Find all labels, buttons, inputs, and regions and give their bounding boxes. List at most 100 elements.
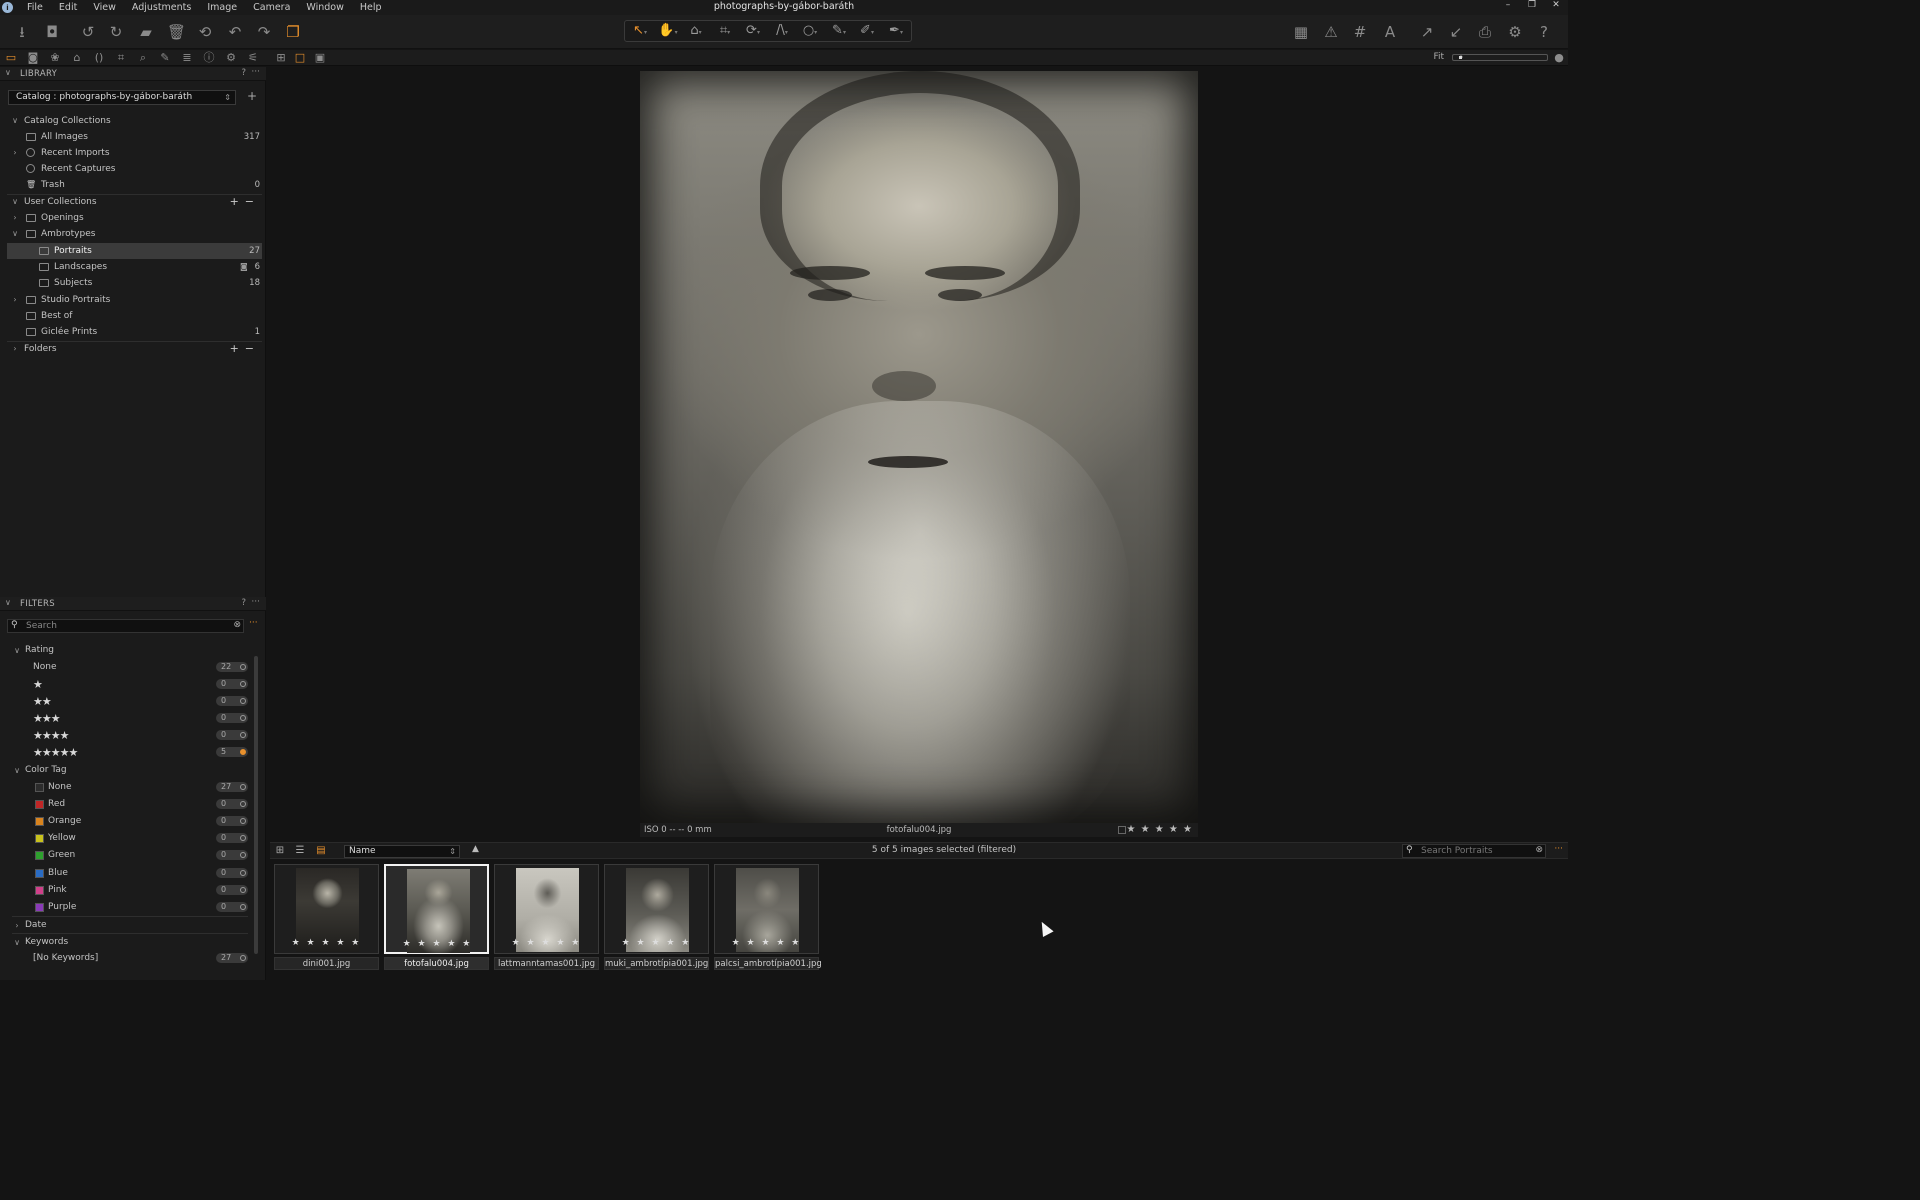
filters-panel-header[interactable]: ∨ FILTERS ? ··· [0, 597, 266, 611]
menu-image[interactable]: Image [199, 2, 245, 13]
chevron-right-icon[interactable]: › [12, 917, 22, 934]
filter-toggle[interactable]: 27 [216, 953, 248, 963]
image-viewer[interactable]: ISO 0 -- -- 0 mm fotofalu004.jpg ★ ★ ★ ★… [268, 67, 1568, 840]
lens-tab-icon[interactable]: () [92, 51, 106, 65]
text-overlay-icon[interactable]: A [1381, 23, 1399, 41]
thumbnail-rating[interactable]: ★ ★ ★ ★ ★ [275, 938, 378, 948]
rating-filter-3[interactable]: ★★★ 0 [12, 710, 248, 727]
zoom-slider-knob[interactable] [1459, 56, 1462, 59]
clear-search-icon[interactable]: ⊗ [233, 620, 241, 630]
local-adjustments-tab-icon[interactable]: ✎ [158, 51, 172, 65]
move-to-folder-icon[interactable]: ▰ [137, 23, 155, 41]
menu-file[interactable]: File [19, 2, 51, 13]
filter-options-icon[interactable]: ··· [249, 618, 258, 628]
close-button[interactable]: ✕ [1544, 0, 1568, 10]
collection-subjects[interactable]: Subjects 18 [7, 275, 262, 291]
filters-more-icon[interactable]: ··· [251, 597, 260, 607]
menu-camera[interactable]: Camera [245, 2, 298, 13]
app-logo-icon[interactable]: i [2, 2, 13, 13]
filter-toggle[interactable]: 0 [216, 816, 248, 827]
catalog-selector[interactable]: Catalog : photographs-by-gábor-baráth ⇕ [8, 90, 236, 105]
rating-filter-2[interactable]: ★★ 0 [12, 693, 248, 710]
chevron-down-icon[interactable]: ∨ [12, 762, 22, 779]
color-filter-none[interactable]: None 27 [12, 779, 248, 796]
chevron-down-icon[interactable]: ∨ [10, 113, 20, 129]
collection-ambrotypes[interactable]: ∨ Ambrotypes [7, 226, 262, 242]
minimize-button[interactable]: – [1496, 0, 1520, 10]
keyword-filter-none[interactable]: [No Keywords] 27 [12, 950, 248, 967]
filter-toggle[interactable]: 0 [216, 850, 248, 861]
spot-removal-tool-icon[interactable]: ○▾ [797, 22, 823, 40]
add-remove-folder-buttons[interactable]: +− [230, 341, 260, 357]
menu-view[interactable]: View [85, 2, 124, 13]
info-tab-icon[interactable]: ⓘ [202, 51, 216, 65]
reset-icon[interactable]: ⟲ [196, 23, 214, 41]
library-more-icon[interactable]: ··· [251, 67, 260, 77]
chevron-down-icon[interactable]: ∨ [10, 226, 20, 242]
color-picker-tool-icon[interactable]: ✐▾ [854, 22, 880, 40]
details-tab-icon[interactable]: ⌕ [136, 51, 150, 65]
grid-view-icon[interactable]: ⊞ [274, 51, 288, 65]
menu-window[interactable]: Window [298, 2, 351, 13]
exposure-warning-icon[interactable]: ⚠ [1322, 23, 1340, 41]
add-catalog-icon[interactable]: + [247, 89, 257, 103]
process-icon[interactable]: ↙ [1447, 23, 1465, 41]
collection-trash[interactable]: 🗑 Trash 0 [7, 177, 262, 193]
rating-header[interactable]: ∨ Rating [12, 642, 248, 659]
thumbnail-frame[interactable]: ★ ★ ★ ★ ★ [604, 864, 709, 954]
collection-all-images[interactable]: All Images 317 [7, 129, 262, 145]
loupe-tool-icon[interactable]: ⌂▾ [683, 22, 709, 40]
collapse-chevron-icon[interactable]: ∨ [5, 68, 11, 77]
browser-search-input[interactable] [1421, 845, 1531, 857]
metadata-tab-icon[interactable]: ≣ [180, 51, 194, 65]
help-icon[interactable]: ? [1535, 23, 1553, 41]
scrollbar-thumb[interactable] [254, 656, 258, 954]
color-filter-purple[interactable]: Purple 0 [12, 899, 248, 916]
filter-toggle[interactable]: 0 [216, 679, 248, 689]
collection-giclee-prints[interactable]: Giclée Prints 1 [7, 324, 262, 340]
menu-help[interactable]: Help [352, 2, 390, 13]
zoom-fit-label[interactable]: Fit [1433, 52, 1444, 62]
user-collections-header[interactable]: ∨ User Collections +− [7, 194, 262, 210]
chevron-down-icon[interactable]: ∨ [10, 194, 20, 210]
grid-overlay-icon[interactable]: # [1351, 23, 1369, 41]
menu-edit[interactable]: Edit [51, 2, 85, 13]
thumbnail[interactable]: ★ ★ ★ ★ ★ lattmanntamas001.jpg [494, 864, 599, 972]
thumbnail-rating[interactable]: ★ ★ ★ ★ ★ [715, 938, 818, 948]
composition-tab-icon[interactable]: ⌗ [114, 51, 128, 65]
add-remove-collection-buttons[interactable]: +− [230, 194, 260, 210]
thumbnail-frame[interactable]: ★ ★ ★ ★ ★ [714, 864, 819, 954]
import-icon[interactable]: ⭳ [13, 23, 31, 41]
crop-tool-icon[interactable]: ⌗▾ [712, 22, 738, 40]
pan-tool-icon[interactable]: ✋▾ [655, 22, 681, 40]
chevron-down-icon[interactable]: ∨ [12, 642, 22, 659]
date-header[interactable]: › Date [12, 916, 248, 933]
folders-header[interactable]: › Folders +− [7, 341, 262, 357]
chevron-right-icon[interactable]: › [10, 341, 20, 357]
chevron-right-icon[interactable]: › [10, 210, 20, 226]
filter-toggle[interactable]: 27 [216, 782, 248, 792]
color-filter-orange[interactable]: Orange 0 [12, 813, 248, 830]
library-panel-header[interactable]: ∨ LIBRARY ? ··· [0, 67, 266, 81]
thumbnail-rating[interactable]: ★ ★ ★ ★ ★ [495, 938, 598, 948]
batch-tab-icon[interactable]: ⚟ [246, 51, 260, 65]
filter-toggle[interactable]: 0 [216, 901, 248, 912]
filter-toggle[interactable]: 0 [216, 730, 248, 740]
rating-filter-1[interactable]: ★ 0 [12, 676, 248, 693]
copy-adjustments-tool-icon[interactable]: ✒▾ [883, 22, 909, 40]
color-tag-header[interactable]: ∨ Color Tag [12, 762, 248, 779]
filters-scrollbar[interactable] [253, 648, 259, 968]
capture-tab-icon[interactable]: ◙ [26, 51, 40, 65]
camera-icon[interactable]: ◘ [43, 23, 61, 41]
keywords-header[interactable]: ∨ Keywords [12, 933, 248, 950]
trash-icon[interactable]: 🗑 [167, 23, 186, 41]
color-filter-pink[interactable]: Pink 0 [12, 882, 248, 899]
browser-search[interactable]: ⚲ ⊗ [1402, 844, 1546, 858]
filter-toggle[interactable]: 5 [216, 747, 248, 757]
thumbnail[interactable]: ★ ★ ★ ★ ★ fotofalu004.jpg [384, 864, 489, 972]
chevron-down-icon[interactable]: ∨ [12, 934, 22, 951]
user-icon[interactable]: ● [1552, 51, 1566, 65]
library-tab-icon[interactable]: ▭ [4, 51, 18, 65]
color-tab-icon[interactable]: ❀ [48, 51, 62, 65]
filter-toggle[interactable]: 0 [216, 799, 248, 810]
